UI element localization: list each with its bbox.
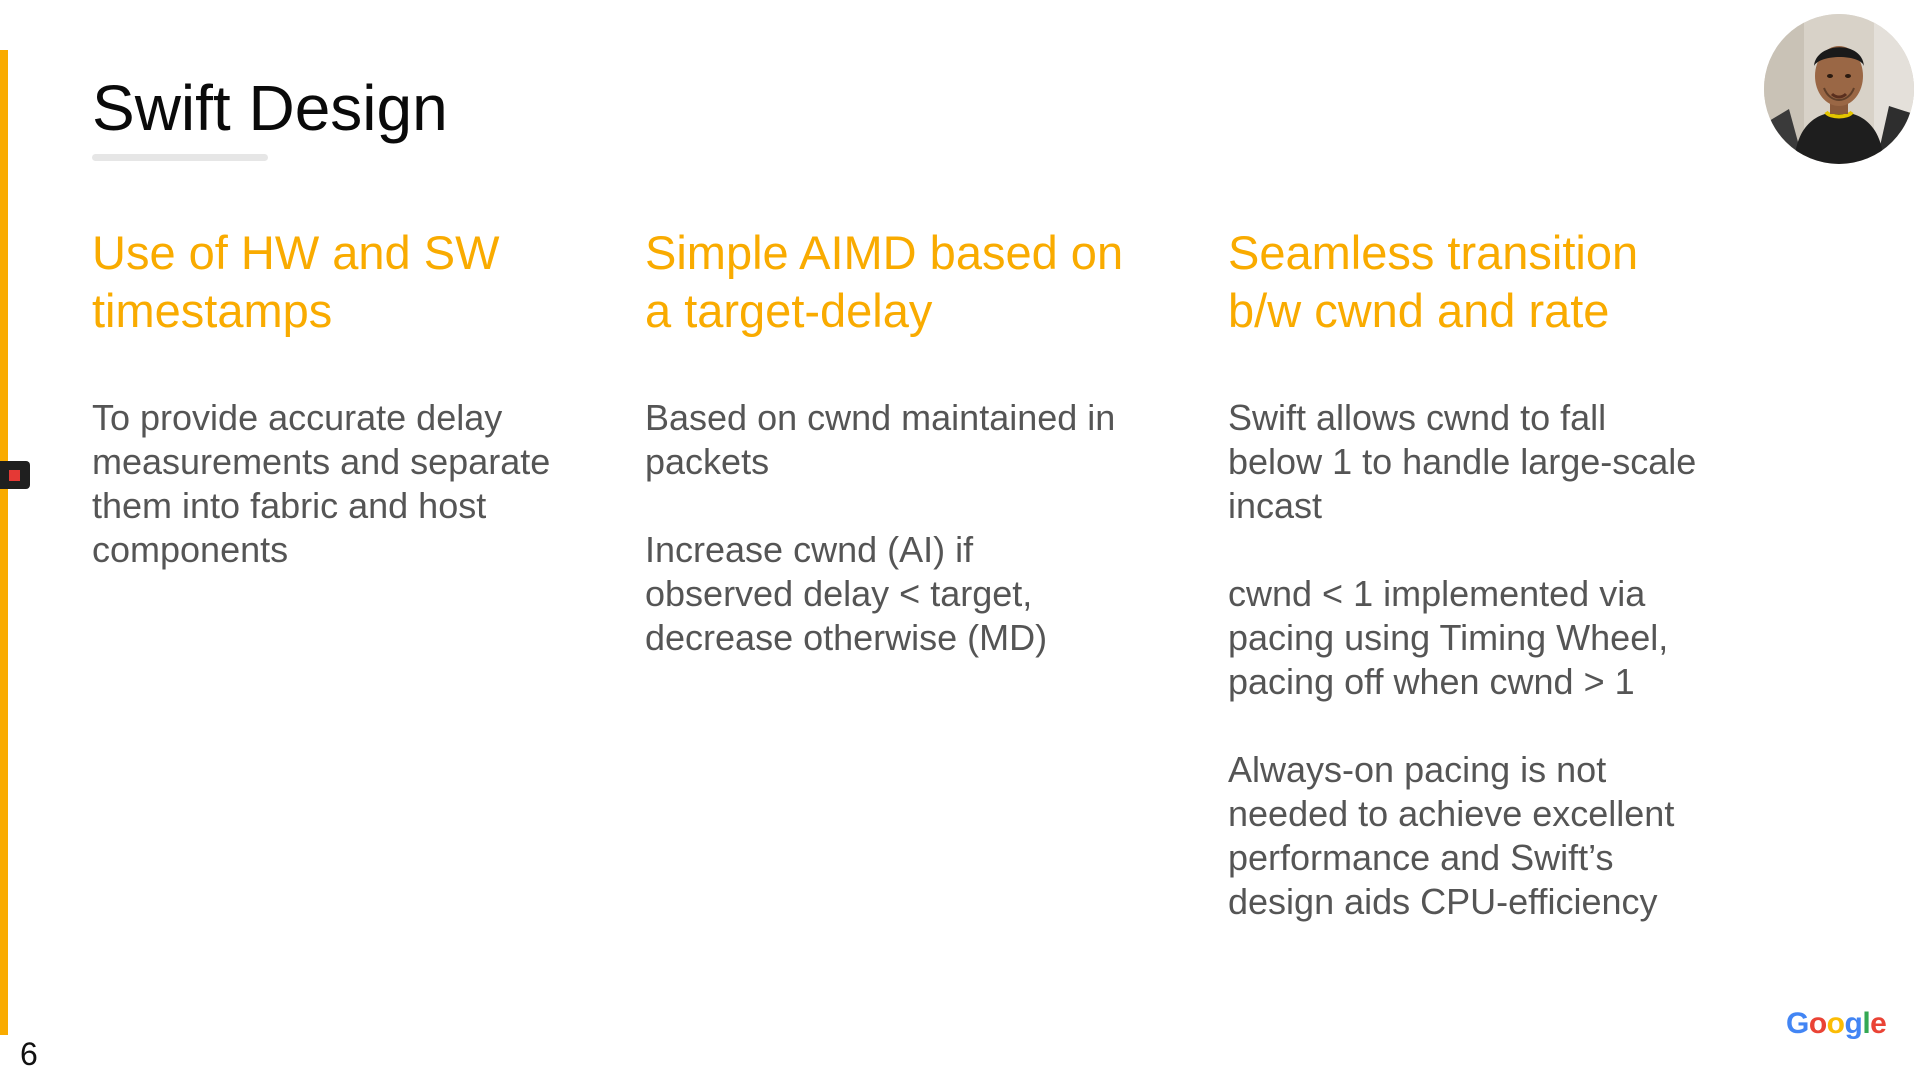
column-hw-sw-timestamps: Use of HW and SW timestamps To provide a… bbox=[92, 224, 592, 616]
slide-title: Swift Design bbox=[92, 72, 448, 144]
column-simple-aimd: Simple AIMD based on a target-delay Base… bbox=[645, 224, 1165, 704]
column-paragraph: To provide accurate delay measurements a… bbox=[92, 397, 551, 570]
page-number: 6 bbox=[20, 1036, 38, 1072]
column-body: To provide accurate delay measurements a… bbox=[92, 396, 592, 572]
column-paragraph: cwnd < 1 implemented via pacing using Ti… bbox=[1228, 573, 1669, 702]
column-body: Based on cwnd maintained in packets Incr… bbox=[645, 396, 1165, 660]
column-seamless-transition: Seamless transition b/w cwnd and rate Sw… bbox=[1228, 224, 1748, 968]
title-underline bbox=[92, 154, 268, 161]
column-paragraph: Increase cwnd (AI) if observed delay < t… bbox=[645, 529, 1048, 658]
recording-indicator-icon[interactable] bbox=[0, 461, 30, 489]
presenter-avatar-icon bbox=[1764, 14, 1914, 164]
google-logo: Google bbox=[1786, 1007, 1887, 1040]
column-heading: Use of HW and SW timestamps bbox=[92, 226, 500, 337]
column-body: Swift allows cwnd to fall below 1 to han… bbox=[1228, 396, 1748, 924]
column-heading: Simple AIMD based on a target-delay bbox=[645, 226, 1124, 337]
column-heading: Seamless transition b/w cwnd and rate bbox=[1228, 226, 1639, 337]
record-dot-icon bbox=[9, 470, 20, 481]
column-paragraph: Always-on pacing is not needed to achiev… bbox=[1228, 749, 1675, 922]
column-paragraph: Swift allows cwnd to fall below 1 to han… bbox=[1228, 397, 1697, 526]
column-paragraph: Based on cwnd maintained in packets bbox=[645, 397, 1116, 482]
presenter-webcam bbox=[1764, 14, 1914, 164]
accent-bar bbox=[0, 50, 8, 1035]
